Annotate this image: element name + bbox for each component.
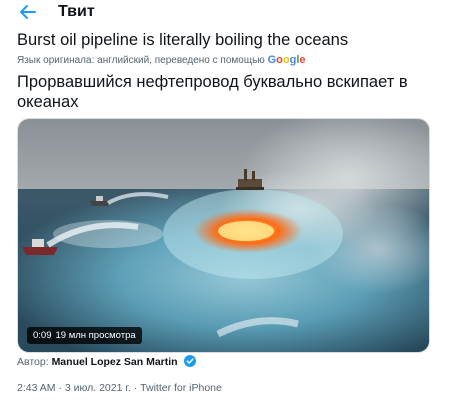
author-line: Автор: Manuel Lopez San Martin — [17, 355, 196, 368]
video-thumbnail — [18, 119, 429, 352]
video-views: 19 млн просмотра — [55, 330, 136, 341]
translation-note: Язык оригинала: английский, переведено с… — [17, 54, 306, 66]
translation-note-text: Язык оригинала: английский, переведено с… — [17, 55, 265, 66]
google-logo: Google — [267, 54, 306, 66]
page-title: Твит — [58, 3, 95, 20]
verified-badge-icon — [183, 355, 196, 367]
tweet-original-text: Burst oil pipeline is literally boiling … — [17, 31, 349, 49]
video-duration: 0:09 — [33, 330, 52, 341]
tweet-meta: 2:43 AM · 3 июл. 2021 г. · Twitter for i… — [17, 382, 222, 394]
top-bar: Твит — [0, 0, 457, 26]
back-arrow-icon[interactable] — [18, 2, 38, 22]
tweet-translated-text: Прорвавшийся нефтепровод буквально вскип… — [17, 73, 408, 111]
video-stats-badge: 0:09 19 млн просмотра — [27, 327, 142, 344]
author-label: Автор: — [17, 356, 49, 368]
author-name-link[interactable]: Manuel Lopez San Martin — [52, 356, 178, 368]
video-player[interactable]: 0:09 19 млн просмотра — [17, 118, 430, 353]
